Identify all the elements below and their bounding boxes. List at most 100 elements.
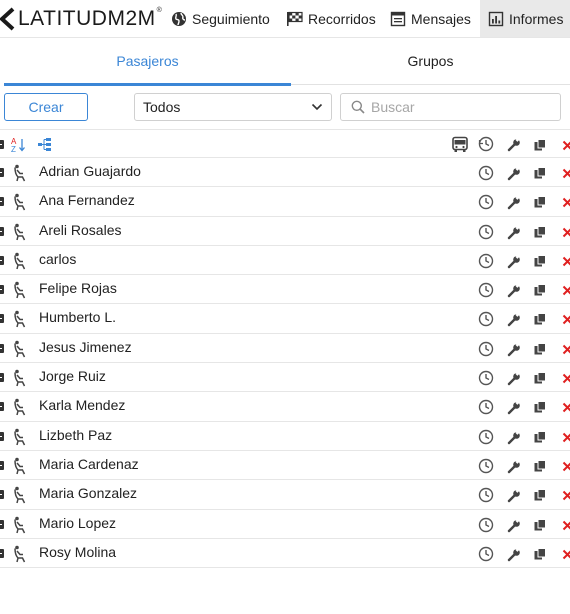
list-item[interactable]: Jorge Ruiz [0, 363, 570, 393]
clock-icon[interactable] [478, 311, 494, 327]
expand-plus-icon[interactable] [0, 255, 4, 265]
nav-informes[interactable]: Informes [480, 0, 570, 37]
clock-icon[interactable] [478, 165, 494, 181]
expand-plus-icon[interactable] [0, 373, 4, 383]
passenger-name[interactable]: Mario Lopez [39, 515, 116, 531]
history-icon[interactable] [478, 136, 494, 152]
expand-plus-icon[interactable] [0, 140, 4, 149]
delete-icon[interactable] [561, 255, 570, 268]
list-item[interactable]: Lizbeth Paz [0, 422, 570, 451]
list-item[interactable]: Humberto L. [0, 304, 570, 334]
expand-plus-icon[interactable] [0, 490, 4, 500]
list-item[interactable]: Karla Mendez [0, 392, 570, 422]
clock-icon[interactable] [478, 546, 494, 562]
wrench-icon[interactable] [506, 283, 521, 298]
copy-icon[interactable] [533, 342, 547, 356]
passenger-name[interactable]: Adrian Guajardo [39, 163, 141, 179]
create-button[interactable]: Crear [4, 93, 88, 121]
delete-icon[interactable] [561, 343, 570, 356]
nav-seguimiento[interactable]: Seguimiento [171, 0, 270, 37]
passenger-name[interactable]: Jesus Jimenez [39, 339, 132, 355]
copy-icon[interactable] [533, 254, 547, 268]
wrench-icon[interactable] [506, 518, 521, 533]
copy-icon[interactable] [533, 371, 547, 385]
expand-plus-icon[interactable] [0, 285, 4, 295]
passenger-name[interactable]: Humberto L. [39, 309, 116, 325]
list-item[interactable]: Mario Lopez [0, 510, 570, 539]
tab-grupos[interactable]: Grupos [291, 38, 570, 84]
sort-az-icon[interactable]: AZ [11, 137, 26, 154]
passenger-name[interactable]: Felipe Rojas [39, 280, 117, 296]
delete-icon[interactable] [561, 519, 570, 532]
delete-icon[interactable] [561, 196, 570, 209]
passenger-name[interactable]: Rosy Molina [39, 544, 116, 560]
delete-icon[interactable] [561, 226, 570, 239]
list-item[interactable]: carlos [0, 246, 570, 276]
list-item[interactable]: Rosy Molina [0, 539, 570, 569]
expand-plus-icon[interactable] [0, 343, 4, 353]
passenger-name[interactable]: Maria Gonzalez [39, 485, 137, 501]
copy-icon[interactable] [533, 430, 547, 444]
list-item[interactable]: Maria Cardenaz [0, 451, 570, 481]
bus-icon[interactable] [451, 136, 469, 153]
list-item[interactable]: Areli Rosales [0, 217, 570, 246]
expand-plus-icon[interactable] [0, 431, 4, 441]
list-item[interactable]: Maria Gonzalez [0, 480, 570, 510]
list-item[interactable]: Jesus Jimenez [0, 334, 570, 364]
clock-icon[interactable] [478, 429, 494, 445]
copy-icon[interactable] [533, 488, 547, 502]
clock-icon[interactable] [478, 282, 494, 298]
copy-icon[interactable] [533, 312, 547, 326]
delete-icon[interactable] [561, 431, 570, 444]
delete-icon[interactable] [561, 489, 570, 502]
copy-icon[interactable] [533, 400, 547, 414]
search-input[interactable] [371, 99, 551, 115]
passenger-name[interactable]: Jorge Ruiz [39, 368, 106, 384]
passenger-name[interactable]: Maria Cardenaz [39, 456, 139, 472]
wrench-icon[interactable] [506, 430, 521, 445]
wrench-icon[interactable] [506, 400, 521, 415]
list-item[interactable]: Adrian Guajardo [0, 158, 570, 188]
wrench-icon[interactable] [506, 137, 521, 152]
delete-icon[interactable] [561, 284, 570, 297]
copy-icon[interactable] [533, 195, 547, 209]
expand-plus-icon[interactable] [0, 168, 4, 177]
nav-recorridos[interactable]: Recorridos [286, 0, 376, 37]
delete-icon[interactable] [561, 167, 570, 180]
clock-icon[interactable] [478, 399, 494, 415]
wrench-icon[interactable] [506, 254, 521, 269]
expand-plus-icon[interactable] [0, 460, 4, 470]
clock-icon[interactable] [478, 370, 494, 386]
clock-icon[interactable] [478, 341, 494, 357]
tab-pasajeros[interactable]: Pasajeros [4, 38, 291, 86]
clock-icon[interactable] [478, 487, 494, 503]
expand-plus-icon[interactable] [0, 402, 4, 412]
wrench-icon[interactable] [506, 342, 521, 357]
expand-plus-icon[interactable] [0, 197, 4, 207]
clock-icon[interactable] [478, 194, 494, 210]
expand-plus-icon[interactable] [0, 314, 4, 324]
clock-icon[interactable] [478, 224, 494, 240]
passenger-name[interactable]: Areli Rosales [39, 222, 121, 238]
filter-select[interactable]: Todos [134, 93, 332, 121]
copy-icon[interactable] [533, 547, 547, 561]
list-item[interactable]: Ana Fernandez [0, 187, 570, 217]
passenger-name[interactable]: carlos [39, 251, 76, 267]
delete-icon[interactable] [561, 460, 570, 473]
wrench-icon[interactable] [506, 547, 521, 562]
list-item[interactable]: Felipe Rojas [0, 275, 570, 305]
wrench-icon[interactable] [506, 312, 521, 327]
delete-icon[interactable] [561, 372, 570, 385]
copy-icon[interactable] [533, 459, 547, 473]
delete-icon[interactable] [561, 313, 570, 326]
passenger-name[interactable]: Lizbeth Paz [39, 427, 112, 443]
expand-plus-icon[interactable] [0, 548, 4, 558]
passenger-name[interactable]: Karla Mendez [39, 397, 125, 413]
wrench-icon[interactable] [506, 225, 521, 240]
delete-icon[interactable] [561, 139, 570, 152]
wrench-icon[interactable] [506, 371, 521, 386]
wrench-icon[interactable] [506, 166, 521, 181]
clock-icon[interactable] [478, 458, 494, 474]
wrench-icon[interactable] [506, 459, 521, 474]
copy-icon[interactable] [533, 518, 547, 532]
